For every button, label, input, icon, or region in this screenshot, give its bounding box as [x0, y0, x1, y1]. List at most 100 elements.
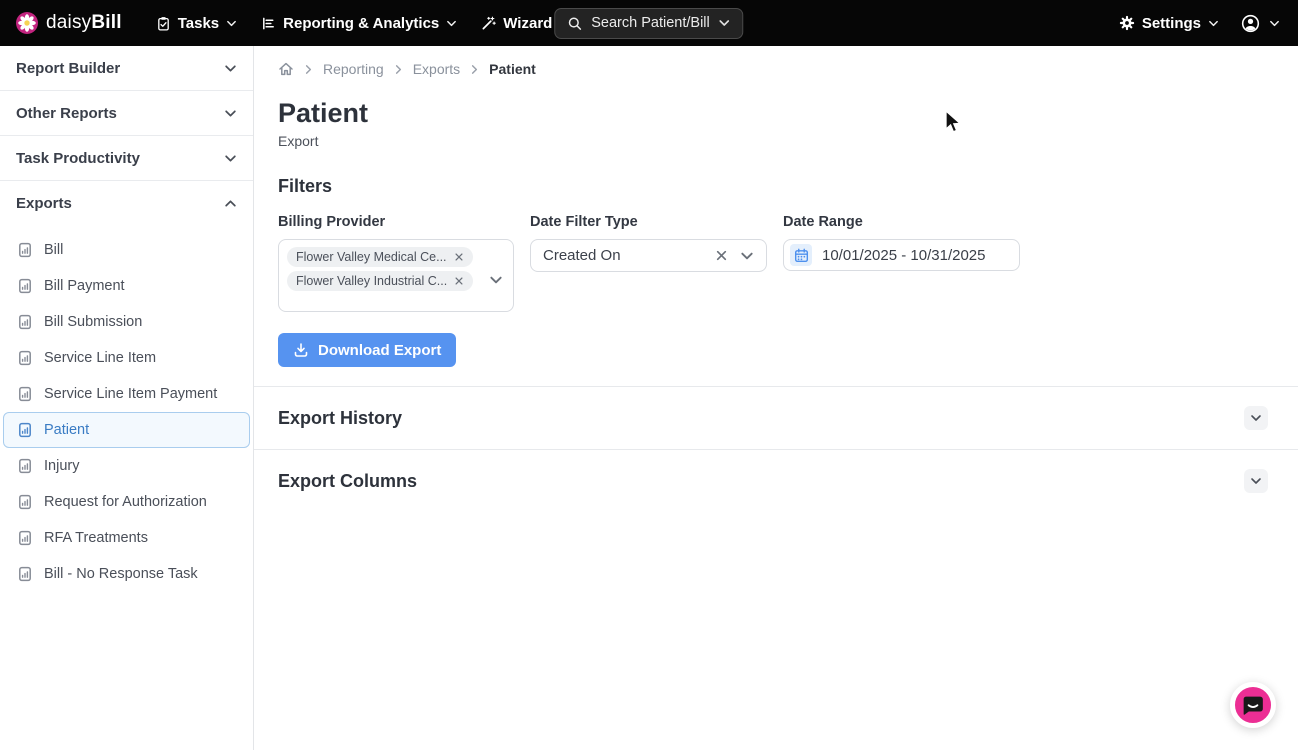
sidebar-item-bill-no-response-task[interactable]: Bill - No Response Task — [3, 556, 250, 592]
document-chart-icon — [17, 566, 33, 582]
billing-provider-filter: Billing Provider Flower Valley Medical C… — [278, 214, 514, 312]
sidebar-item-label: Bill - No Response Task — [44, 566, 198, 582]
home-icon[interactable] — [278, 61, 294, 77]
document-chart-icon — [17, 350, 33, 366]
brand-name: daisyBill — [46, 12, 122, 34]
chevron-down-icon — [1269, 18, 1280, 29]
breadcrumb-patient: Patient — [489, 61, 536, 77]
nav-settings[interactable]: Settings — [1117, 0, 1221, 46]
date-range-value: 10/01/2025 - 10/31/2025 — [822, 247, 985, 264]
provider-tag: Flower Valley Industrial C... — [287, 271, 473, 291]
provider-tag-label: Flower Valley Medical Ce... — [296, 250, 447, 264]
chat-launcher-button[interactable] — [1230, 682, 1276, 728]
nav-reporting-label: Reporting & Analytics — [283, 15, 439, 32]
breadcrumb-separator-icon — [303, 64, 314, 75]
page-title: Patient — [278, 98, 1298, 129]
sidebar-item-service-line-item[interactable]: Service Line Item — [3, 340, 250, 376]
provider-tag-label: Flower Valley Industrial C... — [296, 274, 447, 288]
export-columns-expand-button[interactable] — [1244, 469, 1268, 493]
download-export-button[interactable]: Download Export — [278, 333, 456, 367]
sidebar-section-task-productivity[interactable]: Task Productivity — [0, 136, 253, 181]
clear-icon[interactable] — [715, 249, 728, 262]
document-chart-icon — [17, 242, 33, 258]
main-content: Reporting Exports Patient Patient Export… — [254, 46, 1298, 750]
remove-tag-icon[interactable] — [454, 276, 464, 286]
date-range-filter: Date Range 10/01/2025 - 10/31/2025 — [783, 214, 1020, 312]
billing-provider-label: Billing Provider — [278, 214, 514, 230]
date-filter-type-label: Date Filter Type — [530, 214, 767, 230]
chat-bubble-icon — [1241, 693, 1265, 717]
sidebar-item-label: RFA Treatments — [44, 530, 148, 546]
sidebar-section-report-builder[interactable]: Report Builder — [0, 46, 253, 91]
chevron-down-icon — [1250, 475, 1262, 487]
breadcrumb-reporting[interactable]: Reporting — [323, 61, 384, 77]
chevron-down-icon — [226, 18, 237, 29]
brand-logo[interactable]: daisyBill — [16, 12, 122, 34]
sidebar-item-patient[interactable]: Patient — [3, 412, 250, 448]
chevron-down-icon — [224, 152, 237, 165]
page-subtitle: Export — [278, 133, 1298, 149]
gear-icon — [1119, 15, 1135, 31]
breadcrumb-exports[interactable]: Exports — [413, 61, 460, 77]
remove-tag-icon[interactable] — [454, 252, 464, 262]
sidebar-item-request-for-authorization[interactable]: Request for Authorization — [3, 484, 250, 520]
nav-reporting-analytics[interactable]: Reporting & Analytics — [249, 0, 469, 46]
sidebar-section-exports[interactable]: Exports — [0, 181, 253, 226]
sidebar-item-bill[interactable]: Bill — [3, 232, 250, 268]
filters-row: Billing Provider Flower Valley Medical C… — [278, 214, 1298, 312]
section-label: Exports — [16, 195, 72, 212]
breadcrumb-separator-icon — [393, 64, 404, 75]
chevron-down-icon — [1208, 18, 1219, 29]
magic-wand-icon — [481, 16, 496, 31]
document-chart-icon — [17, 458, 33, 474]
reports-sidebar: Report Builder Other Reports Task Produc… — [0, 46, 254, 750]
breadcrumb-separator-icon — [469, 64, 480, 75]
document-chart-icon — [17, 530, 33, 546]
nav-wizard-label: Wizard — [503, 15, 552, 32]
sidebar-item-service-line-item-payment[interactable]: Service Line Item Payment — [3, 376, 250, 412]
clipboard-icon — [156, 16, 171, 31]
sidebar-item-label: Bill Payment — [44, 278, 125, 294]
sidebar-section-other-reports[interactable]: Other Reports — [0, 91, 253, 136]
billing-provider-multiselect[interactable]: Flower Valley Medical Ce... Flower Valle… — [278, 239, 514, 312]
sidebar-item-label: Injury — [44, 458, 79, 474]
sidebar-item-bill-submission[interactable]: Bill Submission — [3, 304, 250, 340]
sidebar-item-label: Bill Submission — [44, 314, 142, 330]
export-columns-title: Export Columns — [278, 471, 417, 492]
sidebar-item-label: Service Line Item — [44, 350, 156, 366]
nav-settings-label: Settings — [1142, 15, 1201, 32]
export-history-section: Export History — [254, 387, 1298, 449]
sidebar-item-rfa-treatments[interactable]: RFA Treatments — [3, 520, 250, 556]
export-history-expand-button[interactable] — [1244, 406, 1268, 430]
chevron-down-icon — [224, 62, 237, 75]
document-chart-icon — [17, 494, 33, 510]
chevron-down-icon — [719, 17, 731, 29]
date-filter-type-select[interactable]: Created On — [530, 239, 767, 272]
sidebar-item-label: Service Line Item Payment — [44, 386, 217, 402]
document-chart-icon — [17, 314, 33, 330]
nav-tasks[interactable]: Tasks — [144, 0, 249, 46]
chevron-down-icon[interactable] — [740, 249, 754, 263]
document-chart-icon — [17, 422, 33, 438]
chevron-down-icon[interactable] — [489, 273, 503, 287]
section-label: Task Productivity — [16, 150, 140, 167]
export-history-title: Export History — [278, 408, 402, 429]
provider-tag: Flower Valley Medical Ce... — [287, 247, 473, 267]
sidebar-item-injury[interactable]: Injury — [3, 448, 250, 484]
daisy-flower-icon — [16, 12, 38, 34]
chevron-down-icon — [1250, 412, 1262, 424]
chevron-up-icon — [224, 197, 237, 210]
search-label: Search Patient/Bill — [591, 15, 709, 31]
sidebar-item-label: Patient — [44, 422, 89, 438]
section-label: Other Reports — [16, 105, 117, 122]
nav-account-menu[interactable] — [1239, 0, 1282, 46]
sidebar-item-bill-payment[interactable]: Bill Payment — [3, 268, 250, 304]
document-chart-icon — [17, 386, 33, 402]
date-range-label: Date Range — [783, 214, 1020, 230]
search-patient-bill[interactable]: Search Patient/Bill — [554, 8, 743, 39]
breadcrumb: Reporting Exports Patient — [278, 61, 1298, 77]
filters-heading: Filters — [278, 176, 1298, 197]
bar-chart-icon — [261, 16, 276, 31]
date-range-input[interactable]: 10/01/2025 - 10/31/2025 — [783, 239, 1020, 271]
sidebar-item-label: Bill — [44, 242, 63, 258]
